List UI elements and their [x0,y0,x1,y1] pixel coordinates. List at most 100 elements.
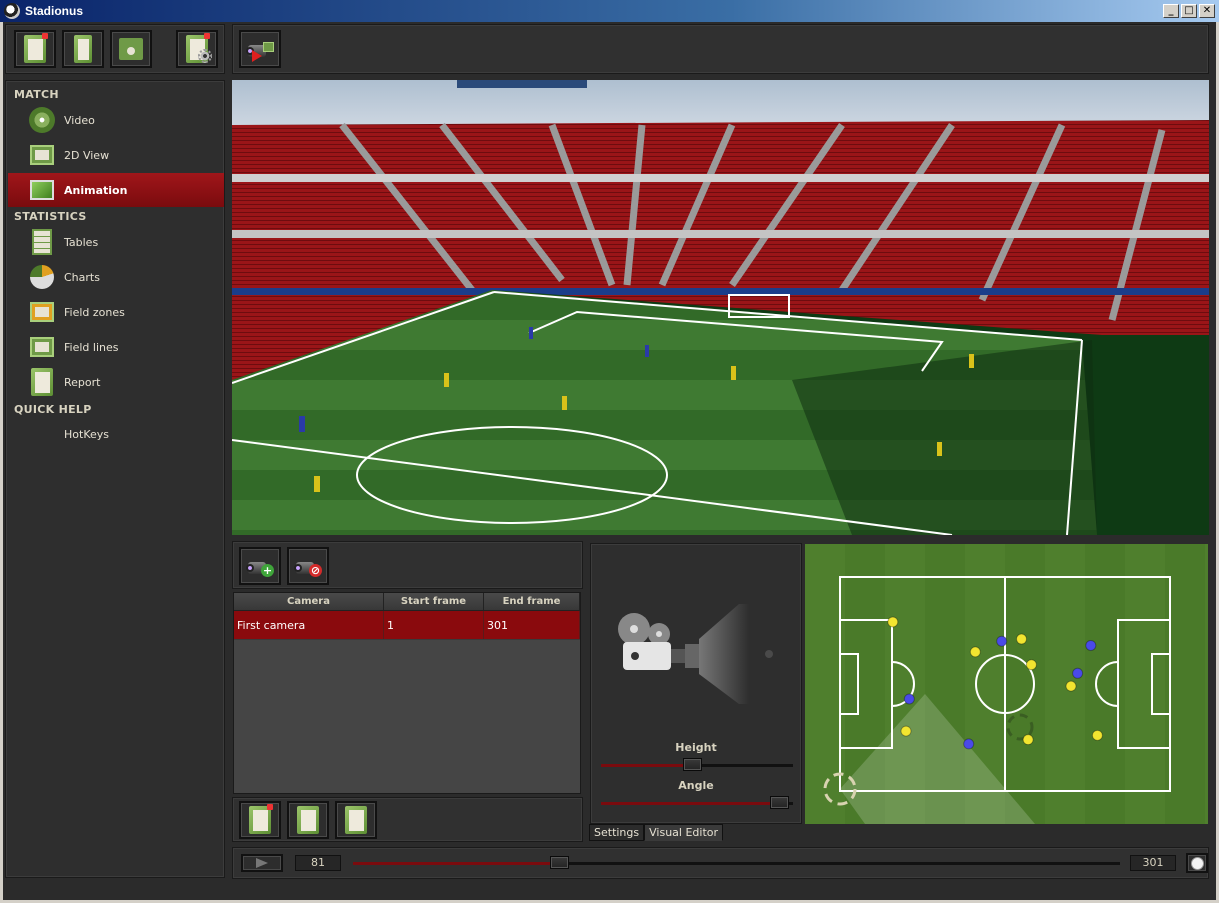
play-icon [256,858,268,868]
maximize-button[interactable]: □ [1181,4,1197,18]
gear-icon [198,49,212,63]
section-title-match: MATCH [14,88,59,101]
sidebar-item-report[interactable]: Report [8,365,224,399]
add-camera-button[interactable]: + [239,547,281,585]
height-slider-thumb[interactable] [683,758,703,771]
angle-slider-track[interactable] [601,802,793,805]
home-player-marker[interactable] [887,616,899,628]
home-player-marker[interactable] [1025,659,1037,671]
table-row[interactable]: First camera 1 301 [234,611,580,640]
sidebar-item-2d-view[interactable]: 2D View [8,138,224,172]
open-project-button[interactable] [62,30,104,68]
film-reel-icon [28,106,56,134]
sidebar-item-charts[interactable]: Charts [8,260,224,294]
sidebar-item-label: 2D View [64,148,110,162]
sidebar-item-label: Field zones [64,305,125,319]
sidebar-item-video[interactable]: Video [8,103,224,137]
project-settings-button[interactable] [176,30,218,68]
camera-remove-icon: ⊘ [294,555,322,577]
movie-camera-icon [618,604,773,704]
column-header-start-frame[interactable]: Start frame [384,593,484,610]
sidebar-item-label: Field lines [64,340,119,354]
new-document-icon [24,33,48,63]
new-project-button[interactable] [14,30,56,68]
sidebar-item-label: HotKeys [64,427,109,441]
open-folder-icon [74,35,92,63]
window-title: Stadionus [25,4,84,18]
away-player-marker[interactable] [1072,667,1084,679]
total-frames-field: 301 [1130,855,1176,871]
section-title-statistics: STATISTICS [14,210,87,223]
away-player-marker[interactable] [996,635,1008,647]
field-lines-icon [28,333,56,361]
copy-camera-set-button[interactable] [335,801,377,839]
main-toolbar [5,24,225,74]
height-slider-fill [601,764,694,767]
camera-file-toolbar [232,797,583,842]
angle-slider-thumb[interactable] [769,796,789,809]
away-player-marker[interactable] [1085,639,1097,651]
sidebar-item-field-lines[interactable]: Field lines [8,330,224,364]
sidebar-item-label: Charts [64,270,100,284]
tab-settings[interactable]: Settings [589,824,645,841]
home-player-marker[interactable] [1065,680,1077,692]
app-soccer-ball-icon [4,3,20,19]
camera-settings-panel: Height Angle [590,543,802,824]
timeline-slider-fill [353,862,561,865]
title-bar[interactable]: Stadionus _ □ ✕ [0,0,1219,22]
close-button[interactable]: ✕ [1199,4,1215,18]
field-zones-icon [28,298,56,326]
camera-add-icon: + [246,555,274,577]
sidebar-item-label: Tables [64,235,99,249]
settings-tabs: Settings Visual Editor [589,824,724,841]
pie-chart-icon [28,263,56,291]
sidebar-item-animation[interactable]: Animation [8,173,224,207]
away-player-marker[interactable] [903,693,915,705]
timeline-slider-thumb[interactable] [550,856,570,869]
pitch-visual-editor[interactable] [805,544,1208,824]
sidebar-item-hotkeys[interactable]: HotKeys [8,417,224,451]
clock-icon [1190,856,1204,870]
table-header: Camera Start frame End frame [234,593,580,611]
remove-camera-button[interactable]: ⊘ [287,547,329,585]
new-camera-set-button[interactable] [239,801,281,839]
cell-camera: First camera [234,611,384,639]
animation-3d-view[interactable] [232,80,1209,535]
home-player-marker[interactable] [969,646,981,658]
timeline-slider-track[interactable] [353,862,1120,865]
column-header-end-frame[interactable]: End frame [484,593,580,610]
sidebar-item-label: Animation [64,183,128,197]
cell-end-frame: 301 [484,611,580,639]
animation-screen-icon [28,176,56,204]
away-player-marker[interactable] [963,738,975,750]
open-camera-set-button[interactable] [287,801,329,839]
table-icon [28,228,56,256]
pitch-diagram [823,576,1171,824]
home-player-marker[interactable] [900,725,912,737]
save-project-button[interactable] [110,30,152,68]
render-video-button[interactable] [239,30,281,68]
camera-table: Camera Start frame End frame First camer… [233,592,581,794]
open-camera-doc-icon [297,806,319,834]
home-player-marker[interactable] [1022,734,1034,746]
minimize-button[interactable]: _ [1163,4,1179,18]
play-button[interactable] [241,854,283,872]
angle-slider-fill [601,802,780,805]
timeline-bar: 81 301 [232,847,1209,879]
home-player-marker[interactable] [1091,729,1103,741]
sidebar-item-field-zones[interactable]: Field zones [8,295,224,329]
column-header-camera[interactable]: Camera [234,593,384,610]
sidebar-item-label: Video [64,113,95,127]
clock-button[interactable] [1186,853,1208,873]
sidebar-item-tables[interactable]: Tables [8,225,224,259]
copy-camera-doc-icon [345,806,367,834]
tab-visual-editor[interactable]: Visual Editor [644,824,724,841]
sidebar: MATCH Video 2D View Animation STATISTICS… [5,80,225,878]
height-label: Height [675,741,717,754]
save-disk-icon [119,38,143,60]
camera-toolbar: + ⊘ [232,541,583,589]
angle-label: Angle [678,779,714,792]
stadium-scene [232,80,1209,535]
home-player-marker[interactable] [1016,633,1027,645]
current-frame-field[interactable]: 81 [295,855,341,871]
